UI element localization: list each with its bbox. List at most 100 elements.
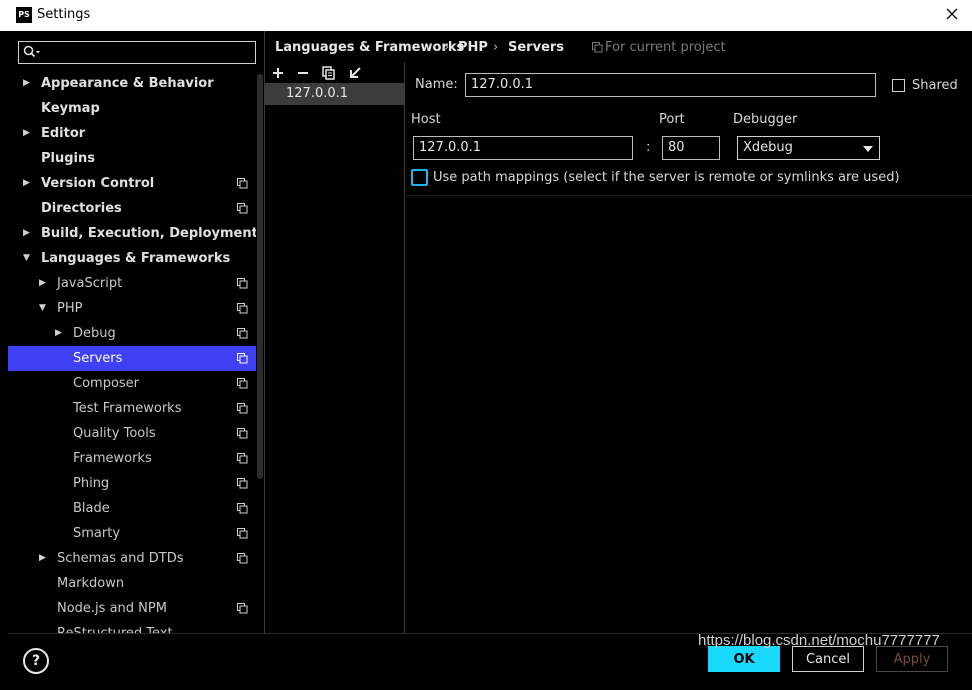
tree-item-version-control[interactable]: ▶ Version Control bbox=[8, 171, 264, 196]
tree-item-label: Smarty bbox=[73, 526, 121, 541]
add-server-button[interactable] bbox=[270, 65, 286, 81]
host-field[interactable]: 127.0.0.1 bbox=[413, 136, 633, 160]
expand-right-icon[interactable]: ▶ bbox=[55, 321, 65, 346]
breadcrumb-php: PHP bbox=[458, 40, 488, 55]
host-port-colon: : bbox=[646, 140, 651, 155]
shared-checkbox[interactable] bbox=[892, 79, 905, 92]
tree-item-label: Build, Execution, Deployment bbox=[41, 226, 258, 241]
help-button[interactable]: ? bbox=[23, 648, 49, 674]
tree-item-editor[interactable]: ▶ Editor bbox=[8, 121, 264, 146]
tree-item-label: Editor bbox=[41, 126, 86, 141]
name-field[interactable]: 127.0.0.1 bbox=[465, 73, 876, 97]
search-input[interactable] bbox=[18, 41, 256, 64]
tree-item-label: Quality Tools bbox=[73, 426, 156, 441]
tree-item-label: Frameworks bbox=[73, 451, 152, 466]
remove-server-button[interactable] bbox=[295, 65, 311, 81]
tree-item-label: Markdown bbox=[57, 576, 125, 591]
tree-item-keymap[interactable]: Keymap bbox=[8, 96, 264, 121]
tree-item-label: Composer bbox=[73, 376, 140, 391]
ok-button[interactable]: OK bbox=[708, 646, 780, 672]
port-field[interactable]: 80 bbox=[662, 136, 720, 160]
title-bar: PS Settings bbox=[0, 0, 972, 31]
import-server-button[interactable] bbox=[347, 65, 363, 81]
tree-item-frameworks[interactable]: Frameworks bbox=[8, 446, 264, 471]
tree-item-javascript[interactable]: ▶ JavaScript bbox=[8, 271, 264, 296]
shared-label: Shared bbox=[912, 78, 958, 93]
tree-scrollbar-thumb[interactable] bbox=[257, 74, 263, 479]
tree-item-label: Plugins bbox=[41, 151, 95, 166]
list-divider bbox=[404, 62, 405, 634]
debugger-label: Debugger bbox=[733, 112, 798, 127]
tree-item-node-js-and-npm[interactable]: Node.js and NPM bbox=[8, 596, 264, 621]
close-icon bbox=[946, 8, 958, 20]
project-scope-icon bbox=[592, 42, 603, 53]
tree-item-appearance-behavior[interactable]: ▶ Appearance & Behavior bbox=[8, 71, 264, 96]
tree-item-label: Schemas and DTDs bbox=[57, 551, 184, 566]
tree-item-phing[interactable]: Phing bbox=[8, 471, 264, 496]
tree-item-debug[interactable]: ▶ Debug bbox=[8, 321, 264, 346]
tree-item-label: Directories bbox=[41, 201, 122, 216]
expand-right-icon[interactable]: ▶ bbox=[39, 271, 49, 296]
copy-icon bbox=[322, 66, 335, 80]
path-mappings-label: Use path mappings (select if the server … bbox=[433, 170, 900, 185]
server-list-item[interactable]: 127.0.0.1 bbox=[265, 83, 404, 105]
project-scope-icon bbox=[237, 178, 248, 189]
cancel-button[interactable]: Cancel bbox=[792, 646, 864, 672]
project-scope-icon bbox=[237, 328, 248, 339]
tree-item-test-frameworks[interactable]: Test Frameworks bbox=[8, 396, 264, 421]
breadcrumb-separator: › bbox=[444, 40, 450, 55]
project-scope-icon bbox=[237, 378, 248, 389]
project-scope-icon bbox=[237, 203, 248, 214]
tree-item-servers[interactable]: Servers bbox=[8, 346, 264, 371]
tree-item-composer[interactable]: Composer bbox=[8, 371, 264, 396]
tree-item-label: Node.js and NPM bbox=[57, 601, 167, 616]
expand-down-icon[interactable]: ▼ bbox=[23, 246, 33, 271]
window-left-edge bbox=[0, 31, 8, 690]
form-separator bbox=[406, 195, 972, 196]
path-mappings-checkbox[interactable] bbox=[411, 169, 428, 186]
tree-item-label: Phing bbox=[73, 476, 110, 491]
tree-item-smarty[interactable]: Smarty bbox=[8, 521, 264, 546]
tree-item-php[interactable]: ▼ PHP bbox=[8, 296, 264, 321]
expand-right-icon[interactable]: ▶ bbox=[23, 71, 33, 96]
tree-item-label: Version Control bbox=[41, 176, 155, 191]
tree-item-label: Languages & Frameworks bbox=[41, 251, 231, 266]
tree-item-languages-frameworks[interactable]: ▼ Languages & Frameworks bbox=[8, 246, 264, 271]
tree-item-schemas-and-dtds[interactable]: ▶ Schemas and DTDs bbox=[8, 546, 264, 571]
project-scope-icon bbox=[237, 503, 248, 514]
apply-button[interactable]: Apply bbox=[876, 646, 948, 672]
tree-item-quality-tools[interactable]: Quality Tools bbox=[8, 421, 264, 446]
tree-item-label: Keymap bbox=[41, 101, 100, 116]
expand-down-icon[interactable]: ▼ bbox=[39, 296, 49, 321]
tree-item-label: Test Frameworks bbox=[73, 401, 182, 416]
project-scope-icon bbox=[237, 403, 248, 414]
expand-right-icon[interactable]: ▶ bbox=[23, 221, 33, 246]
debugger-select[interactable]: Xdebug bbox=[737, 136, 880, 160]
tree-item-blade[interactable]: Blade bbox=[8, 496, 264, 521]
arrow-down-left-icon bbox=[350, 67, 361, 78]
breadcrumb-servers: Servers bbox=[508, 40, 565, 55]
host-label: Host bbox=[411, 112, 441, 127]
tree-item-plugins[interactable]: Plugins bbox=[8, 146, 264, 171]
tree-item-directories[interactable]: Directories bbox=[8, 196, 264, 221]
expand-right-icon[interactable]: ▶ bbox=[23, 121, 33, 146]
project-scope-icon bbox=[237, 303, 248, 314]
minus-icon bbox=[298, 72, 308, 74]
watermark-text: https://blog.csdn.net/mochu7777777 bbox=[698, 632, 940, 649]
tree-item-label: Blade bbox=[73, 501, 110, 516]
tree-item-label: Debug bbox=[73, 326, 116, 341]
window-title: Settings bbox=[37, 7, 91, 22]
tree-item-markdown[interactable]: Markdown bbox=[8, 571, 264, 596]
close-button[interactable] bbox=[940, 4, 964, 26]
project-scope-icon bbox=[237, 353, 248, 364]
tree-item-label: Servers bbox=[73, 351, 123, 366]
expand-right-icon[interactable]: ▶ bbox=[39, 546, 49, 571]
tree-item-label: JavaScript bbox=[57, 276, 123, 291]
tree-item-build-execution-deployment[interactable]: ▶ Build, Execution, Deployment bbox=[8, 221, 264, 246]
tree-item-label: Appearance & Behavior bbox=[41, 76, 214, 91]
settings-dialog: ▶ Appearance & Behavior Keymap ▶ Editor Plugi… bbox=[8, 31, 972, 690]
copy-server-button[interactable] bbox=[321, 65, 337, 81]
expand-right-icon[interactable]: ▶ bbox=[23, 171, 33, 196]
tree-item-label: PHP bbox=[57, 301, 83, 316]
project-scope-icon bbox=[237, 428, 248, 439]
